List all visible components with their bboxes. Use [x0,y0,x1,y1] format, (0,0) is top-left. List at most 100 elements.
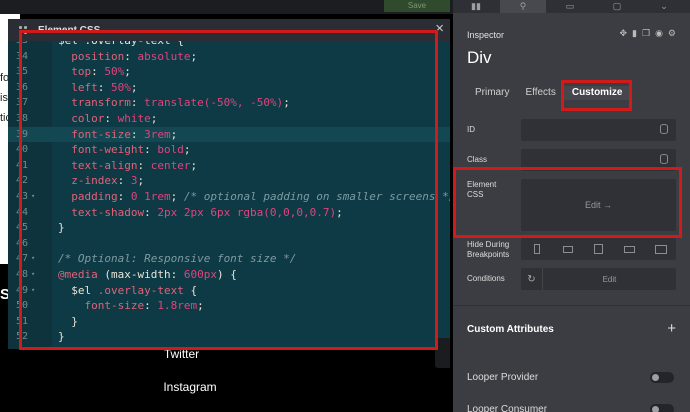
duplicate-icon[interactable]: ❐ [642,28,650,39]
code-text: $el .overlay-text { [58,41,184,49]
tab-effects[interactable]: Effects [517,86,563,100]
add-attribute-button[interactable]: + [667,320,676,337]
class-field[interactable] [521,149,676,171]
line-number: 43 [15,190,28,202]
close-icon[interactable]: × [435,21,444,37]
code-text: position: absolute; [58,49,198,63]
code-line[interactable]: 50 font-size: 1.8rem; [8,298,450,314]
code-line[interactable]: 35 top: 50%; [8,64,450,80]
breakpoint-lg-icon[interactable] [614,238,645,260]
hide-breakpoints-label: Breakpoints [467,250,510,259]
code-line[interactable]: 51 } [8,314,450,330]
toolbar-button[interactable]: ▮▮ [453,0,499,13]
code-line[interactable]: 38 color: white; [8,111,450,127]
line-number: 48 [15,268,28,280]
id-label: ID [467,125,475,134]
chevron-down-icon[interactable]: ⌄ [641,0,687,13]
fold-toggle-icon[interactable]: ▾ [31,251,35,267]
code-line[interactable]: 44 text-shadow: 2px 2px 6px rgba(0,0,0,0… [8,205,450,221]
toolbar-button[interactable]: ▢ [594,0,640,13]
tab-primary[interactable]: Primary [467,86,517,100]
footer-link-instagram[interactable]: Instagram [0,380,380,394]
line-number: 47 [15,253,28,265]
code-text: font-size: 1.8rem; [58,299,204,313]
code-text: font-weight: bold; [58,143,191,157]
code-text: /* Optional: Responsive font size */ [58,252,297,266]
code-line[interactable]: 40 font-weight: bold; [8,142,450,158]
line-number: 44 [15,206,28,218]
css-panel-header[interactable]: Element CSS × [8,19,450,41]
tab-customize[interactable]: Customize [563,86,631,100]
inspector-actions: ✥ ▮ ❐ ◉ ⚙ [619,28,676,39]
code-line[interactable]: 49 ▾ $el .overlay-text { [8,283,450,299]
save-button[interactable]: Save [384,0,450,12]
settings-icon[interactable]: ⚙ [668,28,676,39]
hide-breakpoints-label: Hide During [467,240,510,249]
code-line[interactable]: 46 [8,236,450,252]
text-fragment: is [0,92,8,104]
code-line[interactable]: 52} [8,329,450,345]
line-number: 40 [15,144,28,156]
line-number: 34 [15,50,28,62]
line-number: 41 [15,159,28,171]
conditions-edit-button[interactable]: Edit [543,268,676,290]
code-line[interactable]: 39 font-size: 3rem; [8,126,450,143]
drag-handle-icon[interactable] [19,26,27,34]
fold-toggle-icon[interactable]: ▾ [31,189,35,205]
looper-consumer-label: Looper Consumer [467,404,548,412]
looper-provider-toggle[interactable] [650,372,674,383]
line-number: 35 [15,66,28,78]
code-text: } [58,330,65,344]
visibility-icon[interactable]: ◉ [655,28,663,39]
code-line[interactable]: 42 z-index: 3; [8,173,450,189]
code-line[interactable]: 34 position: absolute; [8,49,450,65]
line-number: 49 [15,284,28,296]
fold-toggle-icon[interactable]: ▾ [31,267,35,283]
panel-title: Element CSS [38,24,101,36]
element-css-label: CSS [467,190,484,199]
code-line[interactable]: 48 ▾ @media (max-width: 600px) { [8,267,450,283]
code-text: color: white; [58,111,158,125]
database-icon[interactable] [660,124,668,134]
conditions-label: Conditions [467,274,505,283]
search-icon[interactable]: ⚲ [500,0,546,13]
line-number: 46 [15,237,28,249]
conditions-icon[interactable]: ↻ [521,268,543,290]
delete-icon[interactable]: ▮ [632,28,637,39]
line-number: 45 [15,222,28,234]
editor-side-handle[interactable] [435,338,450,368]
breakpoint-xl-icon[interactable] [645,238,676,260]
code-text: top: 50%; [58,65,131,79]
code-line[interactable]: 33 $el .overlay-text { [8,41,450,49]
code-line[interactable]: 37 transform: translate(-50%, -50%); [8,95,450,111]
database-icon[interactable] [660,154,668,164]
code-line[interactable]: 36 left: 50%; [8,80,450,96]
code-text: text-shadow: 2px 2px 6px rgba(0,0,0,0.7)… [58,205,343,219]
code-line[interactable]: 45} [8,220,450,236]
toolbar-button[interactable]: ▭ [547,0,593,13]
fold-toggle-icon[interactable]: ▾ [31,283,35,299]
id-field[interactable] [521,119,676,141]
code-line[interactable]: 47 ▾ /* Optional: Responsive font size */ [8,251,450,267]
move-icon[interactable]: ✥ [619,28,627,39]
inspector-toolbar: ▮▮ ⚲ ▭ ▢ ⌄ [453,0,690,13]
breakpoint-sm-icon[interactable] [552,238,583,260]
breakpoint-md-icon[interactable] [583,238,614,260]
conditions-field: ↻ Edit [521,268,676,290]
line-number: 50 [15,300,28,312]
looper-provider-label: Looper Provider [467,372,539,383]
section-divider [453,305,690,306]
inspector-panel: ▮▮ ⚲ ▭ ▢ ⌄ Inspector ✥ ▮ ❐ ◉ ⚙ Div Prima… [453,0,690,412]
class-label: Class [467,155,488,164]
code-line[interactable]: 43 ▾ padding: 0 1rem; /* optional padding… [8,189,450,205]
element-css-edit-button[interactable]: Edit → [521,179,676,231]
footer-link-twitter[interactable]: Twitter [0,347,363,361]
breakpoint-xs-icon[interactable] [521,238,552,260]
line-number: 42 [15,175,28,187]
code-text: } [58,221,65,235]
line-number: 36 [15,81,28,93]
line-number: 37 [15,97,28,109]
looper-consumer-toggle[interactable] [650,404,674,412]
code-editor[interactable]: 33$el .overlay-text {34 position: absolu… [8,41,450,349]
code-line[interactable]: 41 text-align: center; [8,158,450,174]
